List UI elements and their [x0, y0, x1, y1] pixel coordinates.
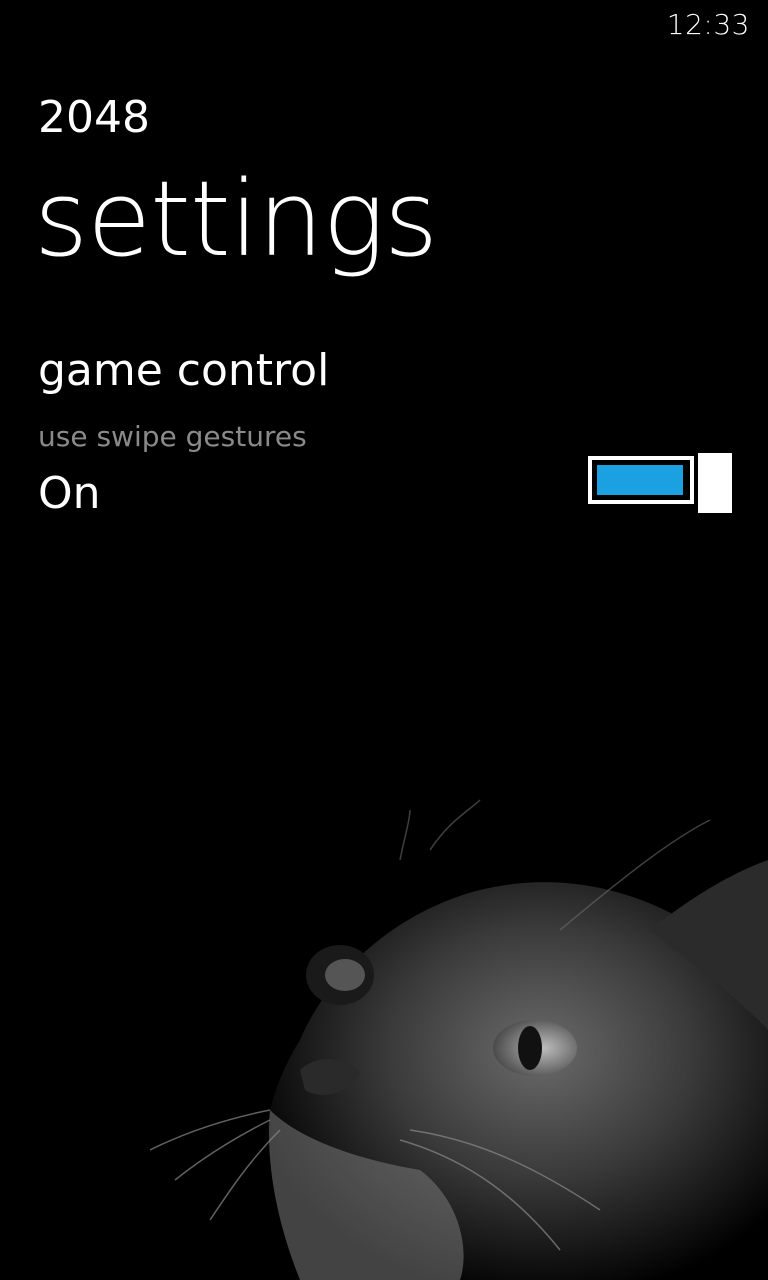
toggle-label: use swipe gestures [38, 420, 307, 453]
swipe-gestures-toggle[interactable] [588, 453, 732, 513]
toggle-fill [597, 465, 683, 495]
app-title: 2048 [38, 92, 150, 143]
cat-photo-icon [149, 799, 768, 1280]
toggle-state-text: On [38, 468, 101, 519]
status-bar: 12:33 [0, 0, 768, 48]
clock: 12:33 [666, 8, 750, 41]
section-heading-game-control: game control [38, 345, 330, 396]
page-title: settings [34, 158, 438, 280]
toggle-thumb[interactable] [698, 453, 732, 513]
